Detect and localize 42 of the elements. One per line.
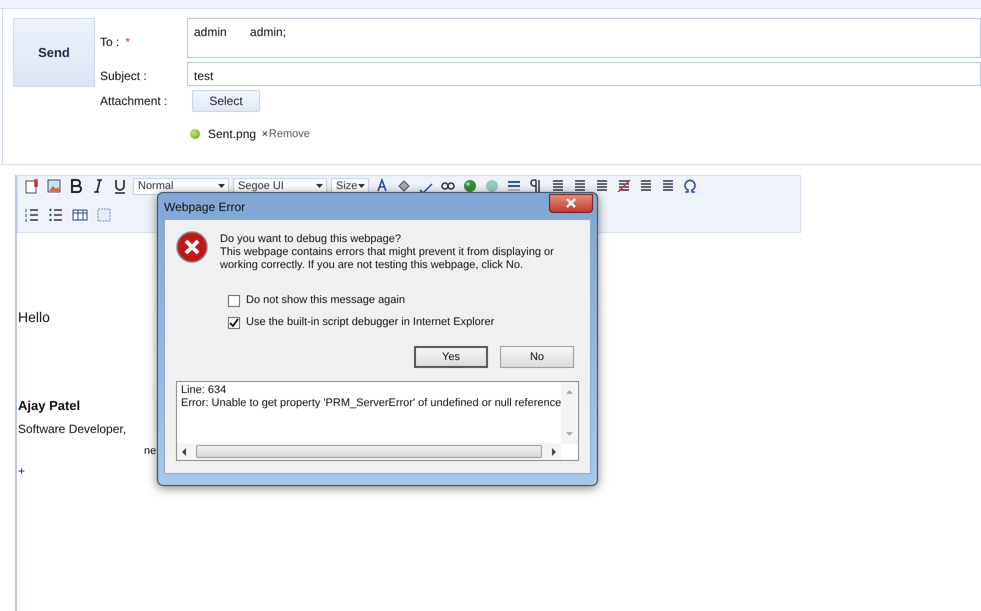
numbered-list-icon[interactable] [23, 206, 41, 224]
checkbox[interactable] [228, 316, 240, 328]
bulleted-list-icon[interactable] [47, 206, 65, 224]
cursor-marker: + [18, 462, 26, 480]
error-icon [176, 231, 208, 263]
details-text: Error: Unable to get property 'PRM_ServerError' of undefined or null reference [181, 397, 562, 410]
checkbox-label: Do not show this message again [246, 294, 405, 307]
layout-icon[interactable] [95, 206, 113, 224]
remove-link[interactable]: ×Remove [262, 126, 310, 142]
dialog-question: Do you want to debug this webpage? [220, 233, 402, 246]
caret-icon [358, 184, 365, 188]
checkbox-label: Use the built-in script debugger in Internet Explorer [246, 316, 494, 329]
editor-text: Software Developer, [18, 420, 126, 438]
close-button[interactable] [549, 194, 593, 212]
checkbox[interactable] [228, 294, 240, 306]
caret-icon [316, 184, 323, 188]
field-label: Subject : [100, 68, 147, 85]
select-button[interactable]: Select [192, 90, 260, 112]
signature-name: Ajay Patel [18, 397, 80, 415]
scroll-right-arrow-icon[interactable] [550, 446, 558, 456]
send-button[interactable]: Send [13, 18, 95, 87]
details-text: Line: 634 [181, 384, 226, 397]
field-label: Attachment : [100, 93, 168, 110]
strikethrough-lines-icon[interactable] [615, 177, 633, 195]
editor-text: Hello [18, 308, 50, 327]
caret-icon [218, 184, 225, 188]
dialog-button[interactable]: No [500, 346, 574, 368]
editor-text: ne [144, 444, 156, 458]
dialog-title: Webpage Error [164, 199, 246, 216]
horizontal-scrollbar[interactable] [177, 443, 561, 460]
field-label: To : [100, 34, 120, 51]
recipients-field[interactable]: admin admin; [187, 18, 981, 58]
required-mark: * [125, 34, 130, 51]
omega-icon[interactable] [681, 177, 699, 195]
scroll-left-arrow-icon[interactable] [180, 446, 188, 456]
dialog-message: This webpage contains errors that might prevent it from displaying or working correctly. If you are not testing this webpage, click No. [220, 246, 555, 272]
close-icon [565, 198, 577, 208]
document-icon[interactable] [23, 177, 41, 195]
dialog-button[interactable]: Yes [414, 346, 488, 368]
subject-field[interactable]: test [187, 62, 981, 86]
image-icon[interactable] [45, 177, 63, 195]
file-name: Sent.png [208, 126, 256, 143]
